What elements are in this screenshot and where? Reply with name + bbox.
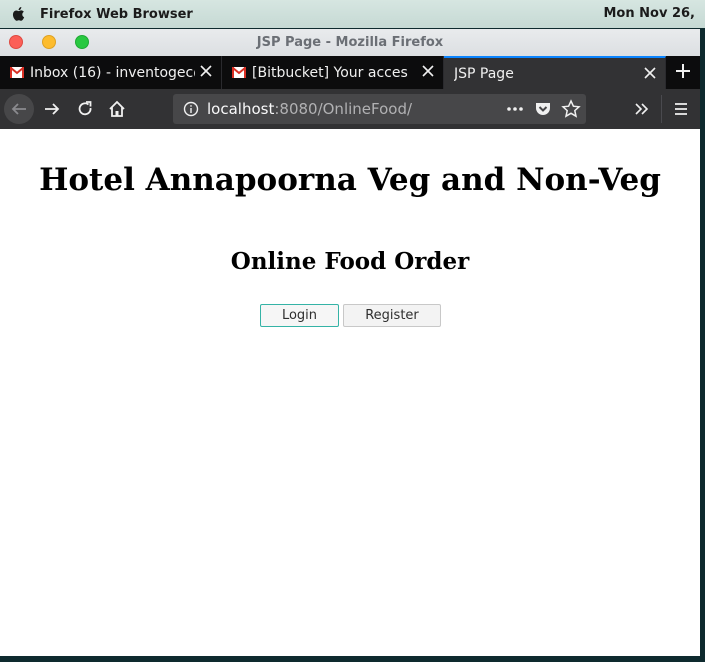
tab-strip: Inbox (16) - inventogec@ [Bitbucket] You… <box>0 56 700 89</box>
register-button[interactable]: Register <box>343 304 441 327</box>
tab-bitbucket[interactable]: [Bitbucket] Your access t <box>222 56 444 89</box>
url-host: localhost <box>207 100 275 118</box>
back-arrow-icon <box>11 103 26 115</box>
close-tab-icon[interactable] <box>199 64 213 78</box>
gmail-icon <box>10 67 24 78</box>
navigation-toolbar: localhost:8080/OnlineFood/ <box>0 89 700 129</box>
page-actions-icon[interactable] <box>506 102 524 116</box>
hamburger-menu-icon <box>675 103 687 115</box>
pocket-icon[interactable] <box>534 100 552 118</box>
system-menubar: Firefox Web Browser Mon Nov 26, <box>0 0 705 28</box>
url-bar[interactable]: localhost:8080/OnlineFood/ <box>173 94 586 124</box>
clock[interactable]: Mon Nov 26, <box>604 6 696 21</box>
page-heading: Hotel Annapoorna Veg and Non-Veg <box>39 162 661 198</box>
new-tab-icon[interactable] <box>674 62 692 80</box>
bookmark-star-icon[interactable] <box>561 99 581 119</box>
page-subheading: Online Food Order <box>230 248 470 275</box>
tab-label: JSP Page <box>454 65 514 82</box>
forward-arrow-icon <box>45 103 60 115</box>
tab-label: Inbox (16) - inventogec@ <box>30 64 195 81</box>
chevron-double-right-icon <box>635 103 649 115</box>
tab-jsp-page[interactable]: JSP Page <box>444 56 666 89</box>
back-button[interactable] <box>4 94 34 124</box>
maximize-window-button[interactable] <box>75 35 89 49</box>
gmail-icon <box>232 67 246 78</box>
reload-button[interactable] <box>71 95 99 123</box>
page-content: Hotel Annapoorna Veg and Non-Veg Online … <box>0 130 700 656</box>
window-titlebar[interactable]: JSP Page - Mozilla Firefox <box>0 29 700 56</box>
close-tab-icon[interactable] <box>421 64 435 78</box>
window-title: JSP Page - Mozilla Firefox <box>256 35 444 50</box>
toolbar-separator <box>661 95 662 123</box>
url-path: :8080/OnlineFood/ <box>274 100 413 118</box>
close-window-button[interactable] <box>9 35 23 49</box>
browser-window: JSP Page - Mozilla Firefox Inbox (16) - … <box>0 29 700 656</box>
home-button[interactable] <box>103 95 131 123</box>
apple-icon[interactable] <box>10 5 28 23</box>
tab-label: [Bitbucket] Your access t <box>252 64 408 81</box>
menu-button[interactable] <box>667 95 695 123</box>
site-info-icon[interactable] <box>183 101 199 117</box>
login-button[interactable]: Login <box>260 304 339 327</box>
active-app-name[interactable]: Firefox Web Browser <box>40 7 193 22</box>
close-tab-icon[interactable] <box>643 66 657 80</box>
home-icon <box>109 100 125 117</box>
overflow-button[interactable] <box>628 95 656 123</box>
minimize-window-button[interactable] <box>42 35 56 49</box>
forward-button[interactable] <box>38 95 66 123</box>
reload-icon <box>78 101 92 116</box>
tab-inbox[interactable]: Inbox (16) - inventogec@ <box>0 56 222 89</box>
